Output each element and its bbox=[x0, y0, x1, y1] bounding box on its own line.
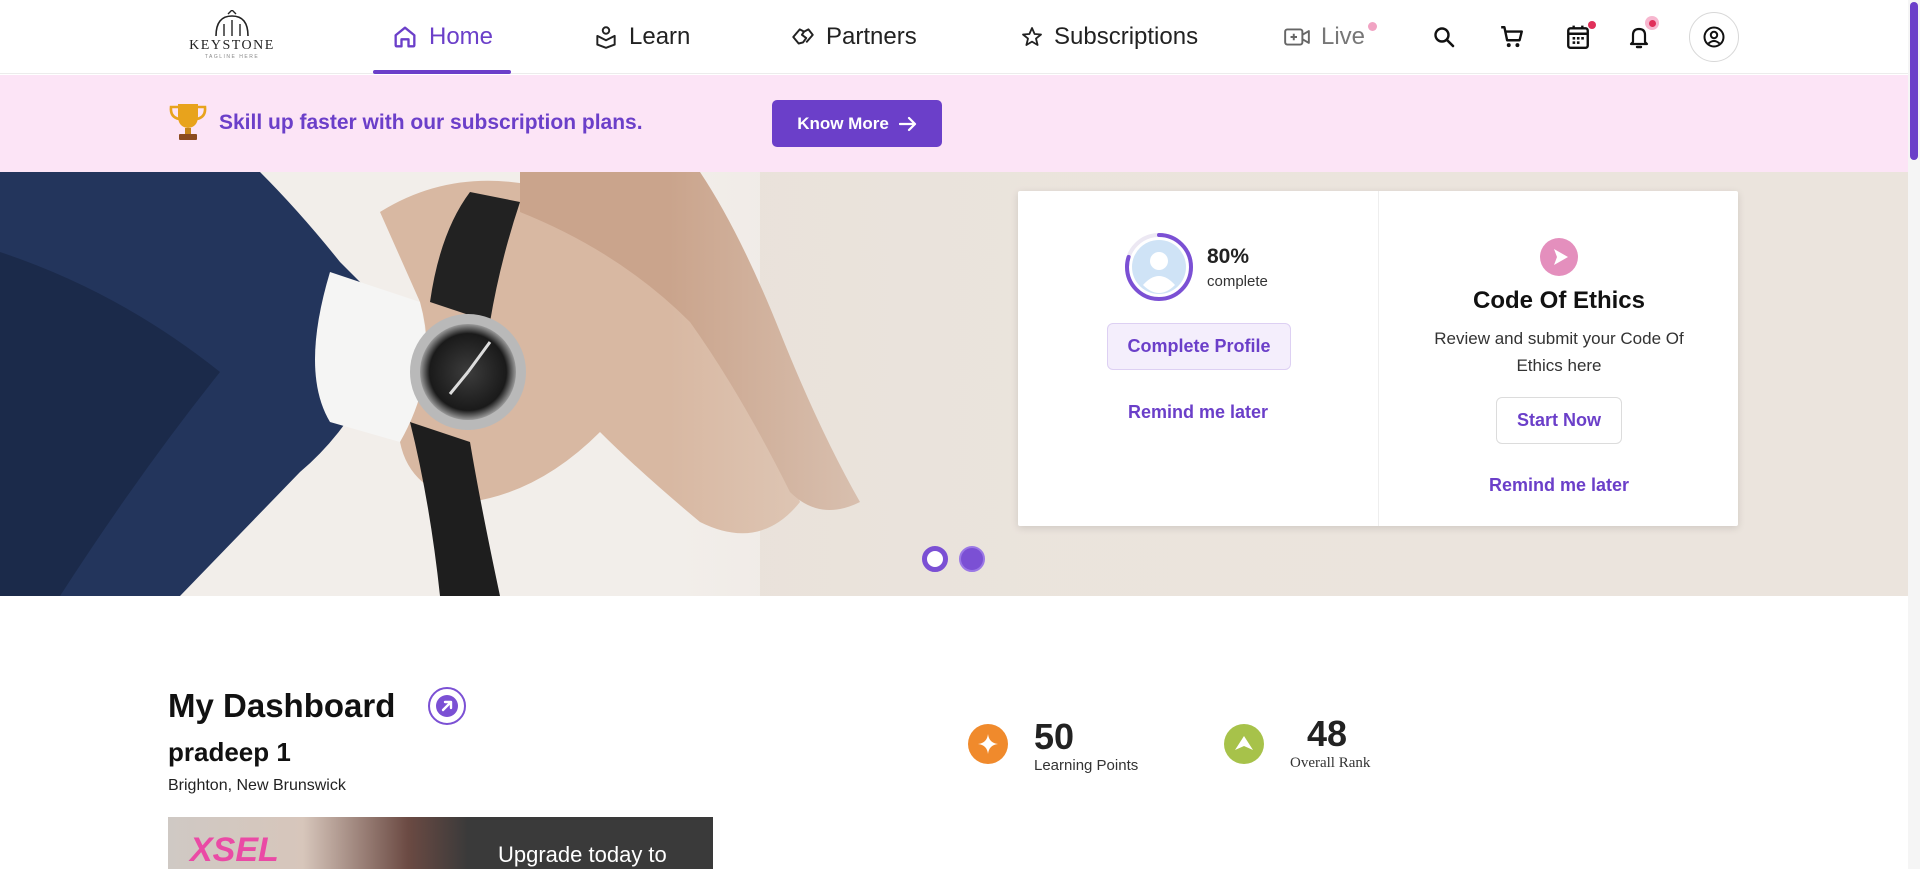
ethics-remind-later-link[interactable]: Remind me later bbox=[1379, 475, 1739, 496]
nav-partners[interactable]: Partners bbox=[790, 0, 917, 74]
notification-badge bbox=[1645, 16, 1659, 30]
ethics-description: Review and submit your Code Of Ethics he… bbox=[1434, 329, 1684, 375]
nav-live[interactable]: Live bbox=[1283, 0, 1378, 74]
user-name: pradeep 1 bbox=[168, 737, 291, 767]
profile-percent: 80% bbox=[1207, 245, 1250, 268]
nav-home-label: Home bbox=[429, 23, 494, 50]
xsel-logo: XSEL bbox=[190, 831, 279, 869]
account-icon bbox=[1703, 26, 1725, 48]
search-icon bbox=[1434, 27, 1455, 48]
live-indicator-dot bbox=[1368, 22, 1378, 31]
cart-icon bbox=[1501, 26, 1523, 48]
learning-points-icon bbox=[968, 724, 1008, 764]
top-navigation: KEYSTONE TAGLINE HERE Home Learn Partner… bbox=[0, 0, 1908, 74]
subscription-promo-banner: Skill up faster with our subscription pl… bbox=[0, 75, 1908, 172]
overall-rank-value: 48 bbox=[1307, 713, 1348, 754]
star-icon bbox=[1022, 27, 1042, 46]
user-location: Brighton, New Brunswick bbox=[168, 777, 346, 794]
profile-progress-ring bbox=[1125, 233, 1193, 301]
ethics-title: Code Of Ethics bbox=[1472, 287, 1646, 314]
notifications-button[interactable] bbox=[1621, 16, 1659, 55]
sparkle-icon bbox=[978, 734, 998, 754]
calendar-button[interactable] bbox=[1560, 19, 1596, 55]
action-cards: 80% complete Complete Profile Remind me … bbox=[1018, 191, 1738, 526]
calendar-icon bbox=[1567, 25, 1589, 50]
handshake-icon bbox=[792, 28, 814, 45]
carousel-dot-2[interactable] bbox=[959, 546, 985, 572]
dashboard-title: My Dashboard bbox=[168, 687, 396, 724]
learn-icon bbox=[596, 26, 616, 49]
know-more-label: Know More bbox=[797, 113, 889, 133]
logo-emblem-icon bbox=[215, 10, 249, 37]
hero-carousel: 80% complete Complete Profile Remind me … bbox=[0, 172, 1908, 596]
overall-rank-label: Overall Rank bbox=[1290, 755, 1371, 771]
profile-completion-card: 80% complete Complete Profile Remind me … bbox=[1018, 191, 1378, 526]
profile-percent-label: complete bbox=[1207, 273, 1268, 290]
arrow-up-right-icon bbox=[436, 695, 458, 717]
home-icon bbox=[394, 26, 416, 48]
code-of-ethics-card: Code Of Ethics Review and submit your Co… bbox=[1378, 191, 1738, 526]
search-button[interactable] bbox=[1426, 19, 1462, 55]
account-button[interactable] bbox=[1689, 12, 1739, 62]
cart-button[interactable] bbox=[1494, 19, 1530, 55]
learning-points-value: 50 bbox=[1034, 716, 1075, 757]
upgrade-promo-card[interactable]: XSEL Upgrade today to bbox=[168, 817, 713, 869]
calendar-badge bbox=[1588, 21, 1596, 29]
page-scrollbar[interactable] bbox=[1908, 0, 1920, 869]
nav-partners-label: Partners bbox=[826, 23, 917, 50]
trophy-icon bbox=[169, 104, 207, 140]
overall-rank-icon bbox=[1224, 724, 1264, 764]
nav-learn[interactable]: Learn bbox=[593, 0, 690, 74]
logo-wordmark: KEYSTONE bbox=[189, 38, 275, 53]
nav-subscriptions-label: Subscriptions bbox=[1054, 23, 1199, 50]
logo-tagline: TAGLINE HERE bbox=[204, 54, 260, 60]
ethics-play-icon bbox=[1540, 238, 1578, 276]
profile-remind-later-link[interactable]: Remind me later bbox=[1018, 402, 1378, 423]
learning-points-label: Learning Points bbox=[1034, 757, 1139, 774]
start-now-button[interactable]: Start Now bbox=[1496, 397, 1622, 444]
dashboard-open-button[interactable] bbox=[428, 687, 466, 725]
keystone-logo[interactable]: KEYSTONE TAGLINE HERE bbox=[184, 10, 280, 62]
scrollbar-thumb[interactable] bbox=[1910, 2, 1918, 160]
nav-home[interactable]: Home bbox=[372, 0, 512, 74]
promo-text: Skill up faster with our subscription pl… bbox=[219, 111, 643, 134]
know-more-button[interactable]: Know More bbox=[772, 100, 942, 147]
carousel-dot-1[interactable] bbox=[922, 546, 948, 572]
nav-live-label: Live bbox=[1321, 23, 1366, 50]
rank-arrow-icon bbox=[1235, 736, 1253, 750]
arrow-right-icon bbox=[898, 116, 916, 131]
nav-subscriptions[interactable]: Subscriptions bbox=[1020, 0, 1198, 74]
nav-learn-label: Learn bbox=[629, 23, 691, 50]
complete-profile-button[interactable]: Complete Profile bbox=[1107, 323, 1291, 370]
video-icon bbox=[1284, 28, 1310, 46]
upgrade-text: Upgrade today to bbox=[498, 842, 667, 867]
